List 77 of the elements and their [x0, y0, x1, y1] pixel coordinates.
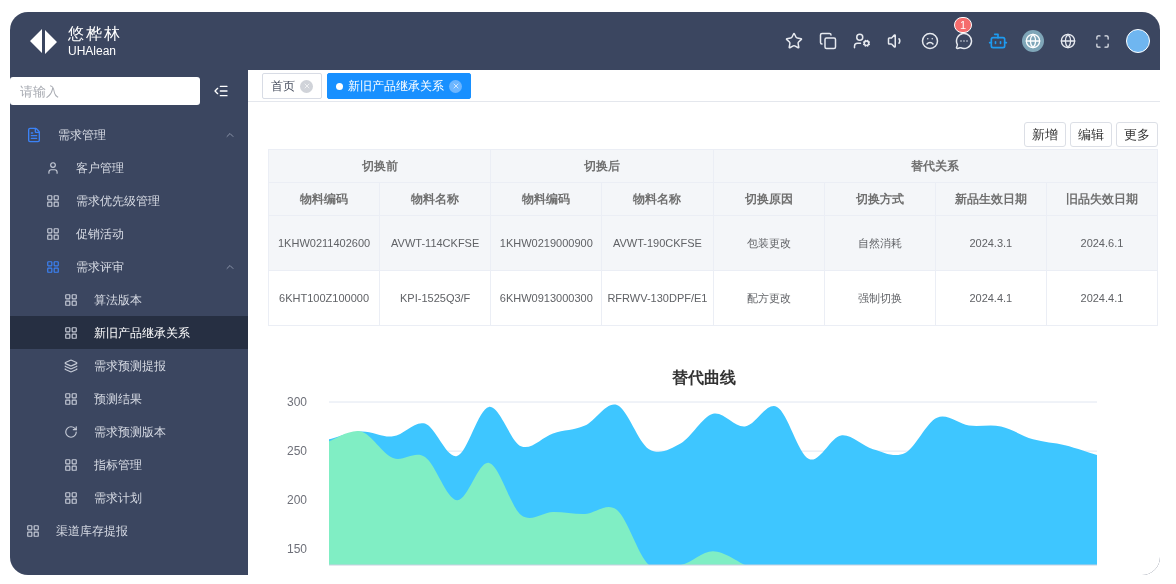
menu-icon	[64, 490, 78, 505]
menu-icon	[64, 358, 78, 373]
column-header: 新品生效日期	[935, 182, 1047, 216]
menu-icon	[46, 226, 60, 241]
sidebar-item[interactable]: 需求优先级管理	[10, 184, 248, 217]
globe-clock-icon[interactable]	[1022, 30, 1044, 52]
axis-label: 300	[286, 395, 307, 409]
column-header: 切换方式	[824, 182, 936, 216]
table-cell: 2024.4.1	[935, 270, 1047, 326]
menu-icon	[64, 457, 78, 472]
user-settings-icon[interactable]	[852, 31, 872, 51]
column-header: 切换原因	[713, 182, 825, 216]
robot-icon[interactable]	[988, 31, 1008, 51]
column-header: 物料编码	[268, 182, 380, 216]
menu-icon	[26, 523, 40, 538]
table-cell: 1KHW0219000900	[490, 215, 602, 271]
sidebar-item[interactable]: 需求评审	[10, 250, 248, 283]
table-cell: AVWT-114CKFSE	[379, 215, 491, 271]
sidebar-item[interactable]: 客户管理	[10, 151, 248, 184]
star-icon[interactable]	[784, 31, 804, 51]
sidebar-item[interactable]: 算法版本	[10, 283, 248, 316]
column-header: 物料名称	[379, 182, 491, 216]
sidebar-item[interactable]: 新旧产品继承关系	[10, 316, 248, 349]
menu-icon	[46, 160, 60, 175]
sidebar-item[interactable]: 需求预测提报	[10, 349, 248, 382]
axis-label: 250	[286, 444, 307, 459]
sidebar-item[interactable]: 渠道库存提报	[10, 514, 248, 547]
table-cell: 2024.3.1	[935, 215, 1047, 271]
notification-badge: 1	[954, 17, 972, 33]
sidebar-item[interactable]: 需求预测版本	[10, 415, 248, 448]
frown-icon[interactable]	[920, 31, 940, 51]
table-cell: KPI-1525Q3/F	[379, 270, 491, 326]
menu-icon	[64, 424, 78, 439]
group-header: 切换后	[490, 149, 713, 183]
table-cell: 2024.6.1	[1046, 215, 1158, 271]
column-header: 物料编码	[490, 182, 602, 216]
table-cell: 1KHW0211402600	[268, 215, 380, 271]
table-cell: 强制切换	[824, 270, 936, 326]
table-cell: 配方更改	[713, 270, 825, 326]
sidebar-item[interactable]: 需求计划	[10, 481, 248, 514]
message-icon[interactable]	[954, 31, 974, 51]
sidebar-item[interactable]: 需求管理	[10, 118, 248, 151]
table-cell: 2024.4.1	[1046, 270, 1158, 326]
toolbar-button[interactable]: 更多	[1116, 122, 1158, 147]
group-header: 替代关系	[713, 149, 1158, 183]
column-header: 旧品失效日期	[1046, 182, 1158, 216]
menu-icon	[46, 193, 60, 208]
axis-label: 150	[286, 542, 307, 557]
chart-title: 替代曲线	[672, 368, 736, 388]
avatar[interactable]	[1126, 29, 1150, 53]
table-cell: 6KHT100Z100000	[268, 270, 380, 326]
sidebar-item[interactable]: 指标管理	[10, 448, 248, 481]
tab[interactable]: 首页	[262, 73, 322, 99]
menu-icon	[64, 391, 78, 406]
table-cell: 包装更改	[713, 215, 825, 271]
copy-icon[interactable]	[818, 31, 838, 51]
menu-icon	[46, 259, 60, 274]
sidebar-item[interactable]: 预测结果	[10, 382, 248, 415]
table-cell: 6KHW0913000300	[490, 270, 602, 326]
column-header: 物料名称	[601, 182, 713, 216]
brand-subtitle: UHAlean	[68, 44, 118, 57]
close-icon	[300, 79, 313, 93]
menu-icon	[64, 292, 78, 307]
group-header: 切换前	[268, 149, 491, 183]
search-field[interactable]: 请输入	[10, 77, 200, 105]
menu-icon	[64, 325, 78, 340]
table-cell: AVWT-190CKFSE	[601, 215, 713, 271]
brand-name: 悠桦林	[68, 25, 122, 42]
table-cell: RFRWV-130DPF/E1	[601, 270, 713, 326]
close-icon	[449, 79, 462, 93]
globe-icon[interactable]	[1058, 31, 1078, 51]
toolbar-button[interactable]: 编辑	[1070, 122, 1112, 147]
table-cell: 自然消耗	[824, 215, 936, 271]
toolbar-button[interactable]: 新增	[1024, 122, 1066, 147]
menu-icon	[26, 126, 42, 143]
sidebar-item[interactable]: 促销活动	[10, 217, 248, 250]
axis-label: 200	[286, 493, 307, 508]
